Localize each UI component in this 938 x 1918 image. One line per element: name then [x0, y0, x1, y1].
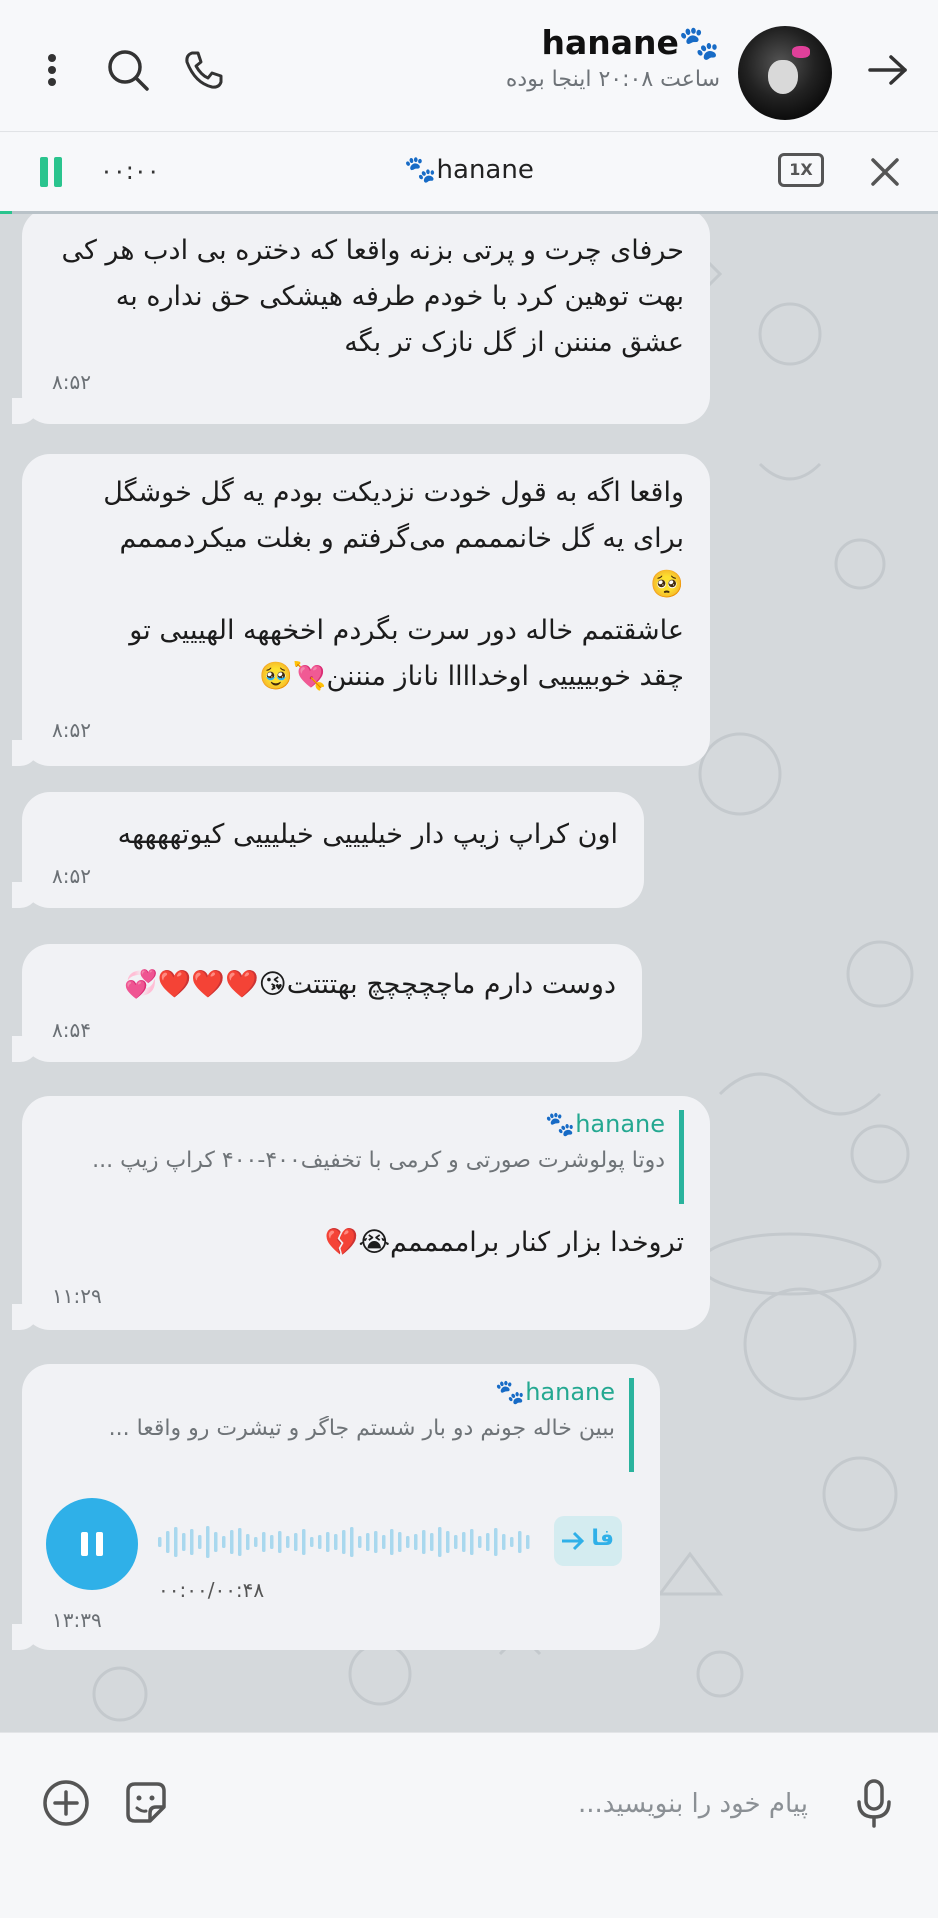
reply-quote[interactable]: hanane🐾 دوتا پولوشرت صورتی و کرمی با تخف… [46, 1110, 684, 1204]
message-time: ۸:۵۲ [52, 370, 91, 394]
message-input[interactable]: پیام خود را بنویسید... [578, 1789, 808, 1819]
message-line: برای یه گل خانمممم می‌گرفتم و بغلت میکرد… [119, 523, 684, 554]
more-options-icon[interactable] [24, 42, 80, 98]
close-icon[interactable] [868, 155, 902, 189]
message-time: ۸:۵۴ [52, 1018, 91, 1042]
waveform-bar [310, 1537, 314, 1547]
waveform-bar [182, 1533, 186, 1551]
reply-sender-name: hanane🐾 [495, 1378, 615, 1406]
waveform-bar [294, 1533, 298, 1551]
waveform-bar [486, 1533, 490, 1551]
waveform-bar [366, 1533, 370, 1551]
sticker-icon[interactable] [118, 1775, 174, 1831]
chat-header: 🐾hanane ساعت ۲۰:۰۸ اینجا بوده [0, 0, 938, 132]
waveform-bar [518, 1531, 522, 1553]
waveform-bar [446, 1531, 450, 1553]
waveform-bar [326, 1532, 330, 1552]
message-line: تروخدا بزار کنار براممممم😭💔 [324, 1227, 684, 1258]
voice-duration: ۰۰:۰۰/۰۰:۴۸ [158, 1578, 265, 1602]
playback-speed-button[interactable]: 1X [778, 153, 824, 187]
waveform-bar [262, 1532, 266, 1552]
message-line: بهت توهین کرد با خودم طرفه هیشکی حق ندار… [115, 281, 684, 312]
waveform-bar [390, 1529, 394, 1555]
waveform-bar [494, 1528, 498, 1556]
audio-player-bar: ۰۰:۰۰ 🐾hanane 1X [0, 133, 938, 216]
contact-name: 🐾hanane [541, 23, 721, 62]
waveform-bar [158, 1537, 162, 1547]
phone-call-icon[interactable] [176, 42, 232, 98]
waveform-bar [214, 1532, 218, 1552]
reply-preview-text: دوتا پولوشرت صورتی و کرمی با تخفیف۴۰۰-۴۰… [92, 1148, 665, 1173]
waveform-bar [246, 1534, 250, 1550]
reply-sender-name: hanane🐾 [545, 1110, 665, 1138]
waveform-bar [422, 1530, 426, 1554]
waveform-bar [238, 1528, 242, 1556]
message-line: عاشقتمم خاله دور سرت بگردم اخخههه الهییی… [129, 615, 684, 646]
add-attachment-icon[interactable] [38, 1775, 94, 1831]
last-seen-status: ساعت ۲۰:۰۸ اینجا بوده [505, 66, 720, 92]
message-bubble[interactable]: hanane🐾 دوتا پولوشرت صورتی و کرمی با تخف… [12, 1096, 710, 1330]
waveform-bar [502, 1534, 506, 1550]
waveform-bar [342, 1530, 346, 1554]
waveform-bar [398, 1532, 402, 1552]
message-time: ۸:۵۲ [52, 718, 91, 742]
waveform-bar [382, 1535, 386, 1549]
waveform-bar [302, 1529, 306, 1555]
waveform-bar [286, 1536, 290, 1548]
waveform-bar [230, 1530, 234, 1554]
back-arrow-icon[interactable] [860, 42, 916, 98]
waveform-bar [430, 1533, 434, 1551]
waveform-bar [350, 1527, 354, 1557]
message-line: عشق منننن از گل نازک تر بگه [344, 327, 684, 358]
message-line: واقعا اگه به قول خودت نزدیکت بودم یه گل … [103, 477, 684, 508]
message-time: ۱۳:۳۹ [52, 1608, 102, 1632]
message-line: اون کراپ زیپ دار خیلیییی خیلیییی کیوتههه… [117, 819, 618, 850]
waveform-bar [454, 1535, 458, 1549]
waveform-bar [198, 1535, 202, 1549]
waveform-bar [470, 1529, 474, 1555]
reply-preview-text: ببین خاله جونم دو بار شستم جاگر و تیشرت … [108, 1416, 615, 1441]
waveform-bar [374, 1531, 378, 1553]
voice-pause-button[interactable] [46, 1498, 138, 1590]
message-input-bar: پیام خود را بنویسید... [0, 1732, 938, 1918]
contact-info[interactable]: 🐾hanane ساعت ۲۰:۰۸ اینجا بوده [506, 22, 720, 92]
message-line: حرفای چرت و پرتی بزنه واقعا که دختره بی … [61, 235, 684, 266]
waveform-bar [438, 1527, 442, 1557]
waveform-bar [318, 1535, 322, 1549]
transcribe-button[interactable]: فا [554, 1516, 622, 1566]
waveform-bar [222, 1536, 226, 1548]
message-time: ۱۱:۲۹ [52, 1284, 102, 1308]
message-line: 🥺 [650, 569, 684, 600]
reply-quote[interactable]: hanane🐾 ببین خاله جونم دو بار شستم جاگر … [46, 1378, 634, 1472]
waveform-bar [174, 1527, 178, 1557]
voice-waveform[interactable] [158, 1522, 538, 1562]
message-line: چقد خوبییییی اوخداااا ناناز منننن💘🥹 [259, 661, 684, 692]
voice-message-bubble[interactable]: hanane🐾 ببین خاله جونم دو بار شستم جاگر … [12, 1364, 660, 1650]
waveform-bar [166, 1531, 170, 1553]
waveform-bar [510, 1537, 514, 1547]
search-icon[interactable] [100, 42, 156, 98]
waveform-bar [414, 1534, 418, 1550]
waveform-bar [278, 1531, 282, 1553]
microphone-icon[interactable] [846, 1775, 902, 1831]
waveform-bar [206, 1526, 210, 1558]
waveform-bar [254, 1537, 258, 1547]
transcribe-label: فا [591, 1526, 614, 1551]
waveform-bar [478, 1536, 482, 1548]
waveform-bar [526, 1535, 530, 1549]
waveform-bar [462, 1532, 466, 1552]
waveform-bar [358, 1536, 362, 1548]
waveform-bar [406, 1536, 410, 1548]
waveform-bar [190, 1529, 194, 1555]
waveform-bar [270, 1535, 274, 1549]
message-bubble[interactable]: حرفای چرت و پرتی بزنه واقعا که دختره بی … [12, 214, 710, 424]
message-line: دوست دارم ماچچچچچ بهتتتت😘❤️❤️❤️💞 [124, 969, 616, 1000]
message-bubble[interactable]: اون کراپ زیپ دار خیلیییی خیلیییی کیوتههه… [12, 792, 644, 908]
message-time: ۸:۵۲ [52, 864, 91, 888]
message-bubble[interactable]: واقعا اگه به قول خودت نزدیکت بودم یه گل … [12, 454, 710, 766]
chat-area[interactable]: حرفای چرت و پرتی بزنه واقعا که دختره بی … [0, 214, 938, 1732]
avatar[interactable] [738, 26, 832, 120]
waveform-bar [334, 1534, 338, 1550]
message-bubble[interactable]: دوست دارم ماچچچچچ بهتتتت😘❤️❤️❤️💞 ۸:۵۴ [12, 944, 642, 1062]
